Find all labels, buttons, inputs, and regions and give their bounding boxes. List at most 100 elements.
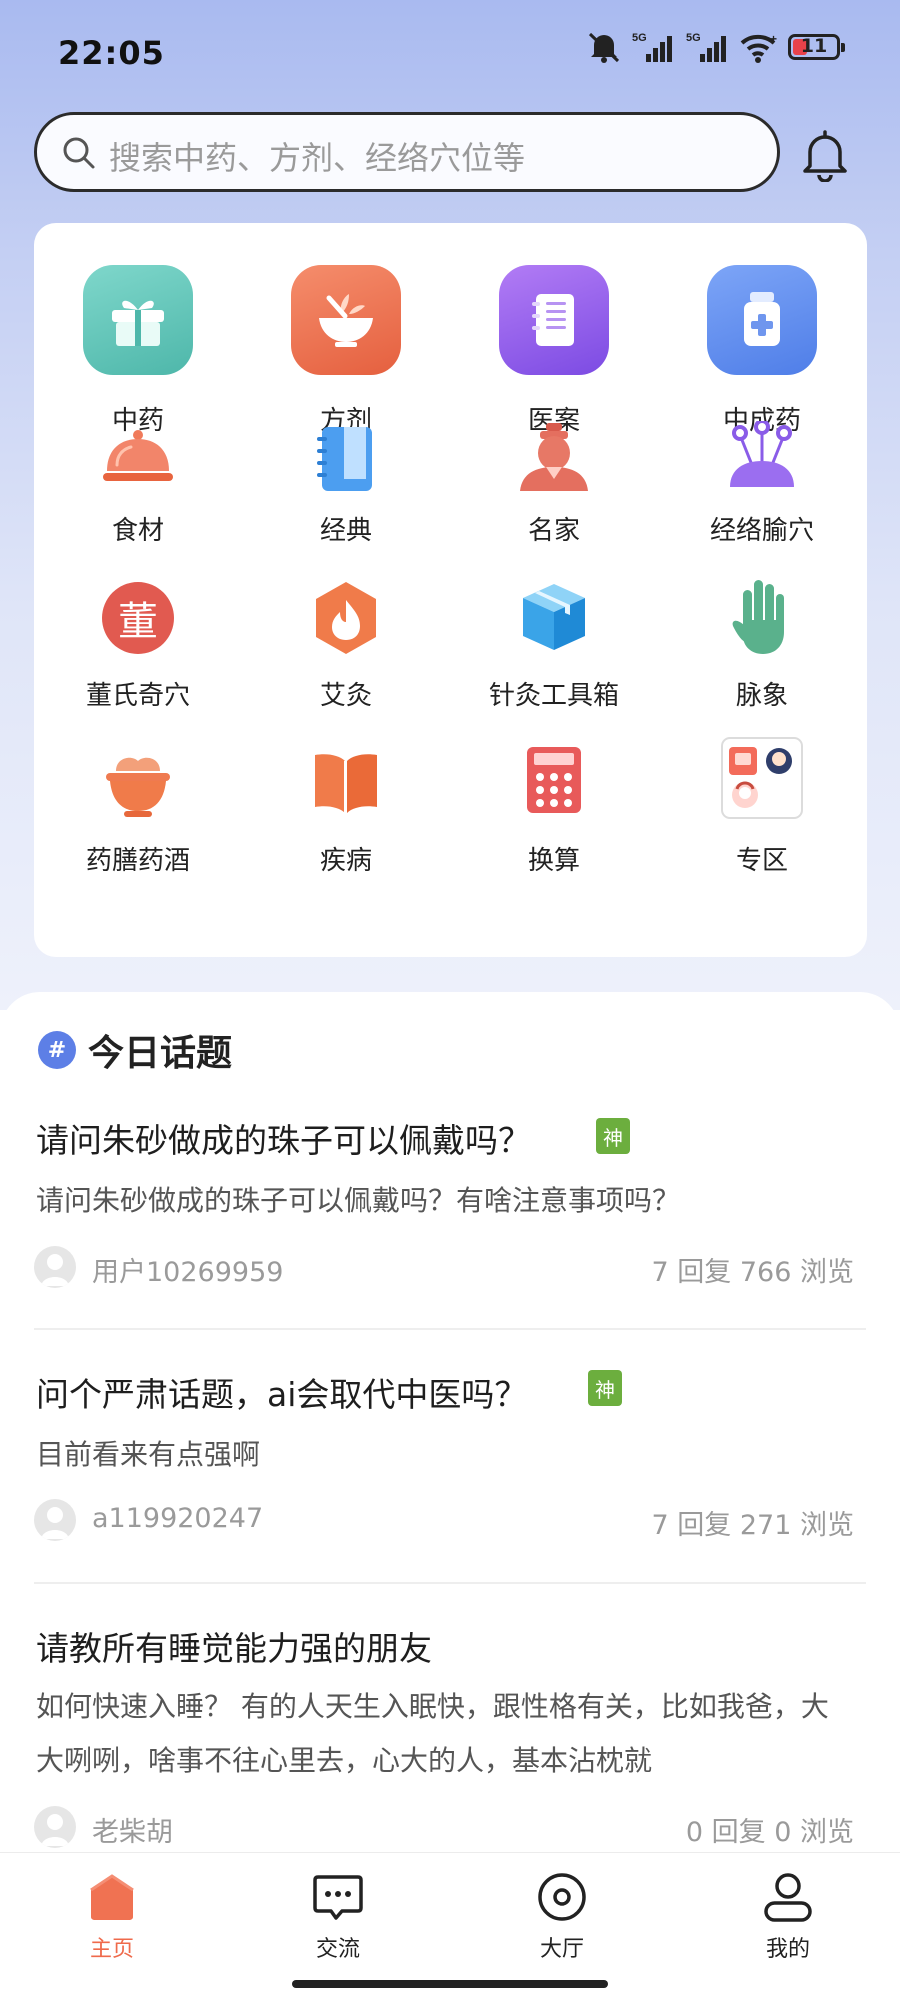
calculator-icon bbox=[527, 747, 581, 813]
acupoint-pins-icon bbox=[730, 421, 794, 487]
mute-bell-icon bbox=[588, 32, 620, 63]
category-mingjia[interactable]: 名家 bbox=[450, 403, 658, 553]
category-label: 经典 bbox=[319, 516, 372, 546]
dong-seal-char: 董 bbox=[118, 599, 158, 645]
tab-label: 大厅 bbox=[539, 1937, 584, 1962]
post-title: 请问朱砂做成的珠子可以佩戴吗？ bbox=[36, 1121, 531, 1160]
status-bar: 22:05 5G 5G + 11 bbox=[0, 0, 900, 100]
category-dongshi[interactable]: 董 董氏奇穴 bbox=[34, 568, 242, 718]
tab-hall[interactable]: 大厅 bbox=[492, 1871, 632, 1963]
post-meta: 用户10269959 7 回复 766 浏览 bbox=[34, 1246, 854, 1290]
tab-exchange[interactable]: 交流 bbox=[268, 1871, 408, 1963]
category-label: 疾病 bbox=[319, 846, 372, 876]
search-input[interactable]: 搜索中药、方剂、经络穴位等 bbox=[34, 112, 780, 192]
category-label: 食材 bbox=[111, 516, 164, 546]
post-author: a119920247 bbox=[92, 1503, 264, 1534]
home-indicator bbox=[292, 1980, 608, 1988]
signal-5g-icon: 5G bbox=[632, 32, 672, 62]
post-meta: 老柴胡 0 回复 0 浏览 bbox=[34, 1806, 854, 1850]
toolbox-cube-icon bbox=[523, 584, 585, 650]
featured-tag: 神 bbox=[588, 1370, 622, 1406]
notification-bell-icon[interactable] bbox=[800, 128, 850, 182]
notebook-icon bbox=[499, 265, 609, 375]
post-title: 问个严肃话题，ai会取代中医吗？ bbox=[36, 1375, 528, 1414]
open-book-icon bbox=[315, 754, 377, 813]
post-author: 老柴胡 bbox=[92, 1817, 173, 1848]
battery-icon: 11 bbox=[788, 34, 845, 60]
category-label: 药膳药酒 bbox=[85, 846, 190, 876]
home-icon bbox=[90, 1874, 134, 1920]
topics-header: # 今日话题 bbox=[38, 1024, 232, 1076]
divider bbox=[34, 1582, 866, 1584]
category-fangji[interactable]: 方剂 bbox=[242, 223, 450, 436]
tab-label: 我的 bbox=[765, 1937, 810, 1962]
svg-text:+: + bbox=[770, 32, 777, 46]
user-icon bbox=[764, 1873, 812, 1922]
divider bbox=[34, 1328, 866, 1330]
medicine-bottle-icon bbox=[707, 265, 817, 375]
avatar bbox=[34, 1499, 76, 1541]
post-stats: 7 回复 271 浏览 bbox=[651, 1510, 854, 1541]
category-jingluo[interactable]: 经络腧穴 bbox=[658, 403, 866, 553]
tab-label: 主页 bbox=[89, 1937, 134, 1962]
category-zhenjiu-toolbox[interactable]: 针灸工具箱 bbox=[450, 568, 658, 718]
avatar bbox=[34, 1806, 76, 1848]
medicated-bowl-icon bbox=[106, 757, 170, 817]
topics-title: 今日话题 bbox=[88, 1033, 233, 1074]
category-label: 经络腧穴 bbox=[709, 516, 814, 546]
search-icon bbox=[63, 137, 95, 169]
post-excerpt: 请问朱砂做成的珠子可以佩戴吗？有啥注意事项吗？ bbox=[36, 1184, 681, 1217]
classic-book-icon bbox=[317, 427, 372, 491]
status-time: 22:05 bbox=[58, 34, 165, 72]
category-label: 董氏奇穴 bbox=[85, 681, 190, 711]
avatar bbox=[34, 1246, 76, 1288]
status-icons: 5G 5G + 11 bbox=[586, 30, 845, 64]
category-label: 针灸工具箱 bbox=[488, 681, 619, 711]
wifi-icon: + bbox=[740, 32, 777, 63]
moxa-flame-icon bbox=[316, 582, 376, 654]
post-excerpt: 如何快速入睡？ 有的人天生入眠快，跟性格有关，比如我爸，大大咧咧，啥事不往心里去… bbox=[36, 1690, 829, 1777]
battery-level: 11 bbox=[800, 35, 828, 57]
post-stats: 0 回复 0 浏览 bbox=[685, 1817, 854, 1848]
category-yaoshan[interactable]: 药膳药酒 bbox=[34, 733, 242, 883]
category-grid: 中药 方剂 医案 食材 经典 名家 经络腧穴 董 董氏奇穴 艾灸 针灸工具箱 脉… bbox=[34, 223, 867, 957]
post-author: 用户10269959 bbox=[92, 1257, 284, 1288]
post-excerpt: 目前看来有点强啊 bbox=[36, 1438, 261, 1471]
category-huansuan[interactable]: 换算 bbox=[450, 733, 658, 883]
post-meta: a119920247 7 回复 271 浏览 bbox=[34, 1499, 854, 1543]
category-yian[interactable]: 医案 bbox=[450, 223, 658, 436]
gift-box-icon bbox=[83, 265, 193, 375]
hashtag-icon: # bbox=[38, 1031, 76, 1069]
tab-mine[interactable]: 我的 bbox=[718, 1871, 858, 1963]
category-aijiu[interactable]: 艾灸 bbox=[242, 568, 450, 718]
category-zhongyao[interactable]: 中药 bbox=[34, 223, 242, 436]
category-label: 专区 bbox=[735, 846, 788, 876]
category-shicai[interactable]: 食材 bbox=[34, 403, 242, 553]
category-label: 名家 bbox=[527, 516, 580, 546]
category-label: 换算 bbox=[527, 846, 580, 876]
category-zhuanqu[interactable]: 专区 bbox=[658, 733, 866, 883]
category-jingdian[interactable]: 经典 bbox=[242, 403, 450, 553]
search-placeholder: 搜索中药、方剂、经络穴位等 bbox=[109, 139, 526, 177]
tab-home[interactable]: 主页 bbox=[42, 1871, 182, 1963]
featured-tag: 神 bbox=[596, 1118, 630, 1154]
master-portrait-icon bbox=[520, 423, 588, 491]
svg-text:5G: 5G bbox=[686, 32, 701, 44]
food-cloche-icon bbox=[103, 430, 173, 481]
avatar-collage-icon bbox=[721, 737, 803, 819]
mortar-bowl-icon bbox=[291, 265, 401, 375]
chat-bubble-icon bbox=[313, 1875, 363, 1920]
category-label: 艾灸 bbox=[319, 681, 372, 711]
hall-circle-icon bbox=[538, 1873, 586, 1921]
category-label: 脉象 bbox=[735, 681, 788, 711]
hand-pulse-icon bbox=[732, 580, 784, 654]
dong-seal-icon: 董 bbox=[102, 582, 174, 654]
tab-label: 交流 bbox=[315, 1937, 360, 1962]
category-maixiang[interactable]: 脉象 bbox=[658, 568, 866, 718]
hashtag-symbol: # bbox=[47, 1037, 67, 1063]
svg-text:5G: 5G bbox=[632, 32, 647, 44]
category-jibing[interactable]: 疾病 bbox=[242, 733, 450, 883]
category-zhongchengyao[interactable]: 中成药 bbox=[658, 223, 866, 436]
post-stats: 7 回复 766 浏览 bbox=[651, 1257, 854, 1288]
signal-5g-icon-2: 5G bbox=[686, 32, 726, 62]
